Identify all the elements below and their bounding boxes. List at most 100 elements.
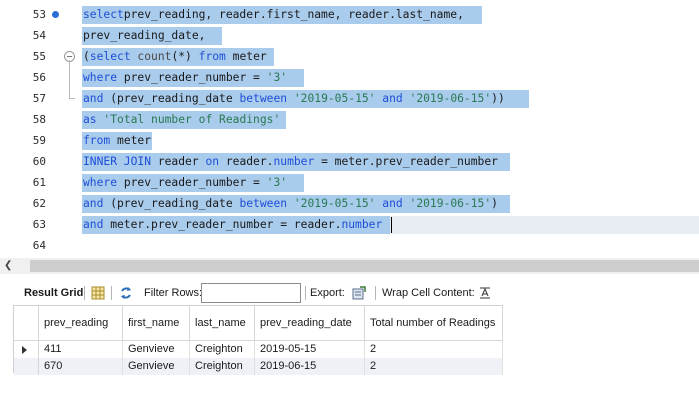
line-number: 63 — [32, 218, 46, 231]
column-header[interactable]: prev_reading — [39, 306, 123, 341]
refresh-icon[interactable] — [119, 286, 133, 300]
filter-rows-label: Filter Rows: — [144, 287, 203, 299]
code-text: and (prev_reading_date between '2019-05-… — [83, 88, 505, 109]
code-token: '3' — [266, 176, 288, 189]
grid-view-icon[interactable] — [91, 286, 105, 300]
toolbar-divider — [305, 286, 306, 300]
table-cell[interactable]: 2 — [365, 358, 503, 375]
code-line[interactable]: 62 and (prev_reading_date between '2019-0… — [0, 193, 699, 214]
line-number: 58 — [32, 113, 46, 126]
code-token: '2019-05-15' — [293, 92, 376, 105]
code-text: INNER JOIN reader on reader.number = met… — [83, 151, 498, 172]
code-line[interactable]: 59 from meter — [0, 130, 699, 151]
code-token: where — [83, 176, 118, 189]
code-line[interactable]: 53 selectprev_reading, reader.first_name,… — [0, 4, 699, 25]
code-token: and — [83, 197, 104, 210]
code-token: INNER JOIN — [83, 155, 152, 168]
code-token: prev_reading_date, — [83, 29, 206, 42]
table-cell[interactable]: 670 — [39, 358, 123, 375]
line-number: 53 — [32, 8, 46, 21]
toolbar-divider — [84, 286, 85, 300]
export-icon[interactable] — [352, 286, 366, 300]
result-toolbar: Result Grid Filter Rows: Export: Wrap Ce… — [0, 282, 699, 304]
row-indicator[interactable] — [14, 358, 39, 375]
code-token: and — [382, 92, 403, 105]
line-number: 57 — [32, 92, 46, 105]
column-header[interactable]: last_name — [190, 306, 255, 341]
code-token: (*) — [171, 50, 199, 63]
row-indicator[interactable] — [14, 341, 39, 358]
table-cell[interactable]: 2019-06-15 — [255, 358, 365, 375]
horizontal-scrollbar[interactable]: ❮ — [0, 258, 699, 274]
grid-corner — [14, 306, 39, 341]
code-text: as 'Total number of Readings' — [83, 109, 280, 130]
column-header[interactable]: prev_reading_date — [255, 306, 365, 341]
wrap-cell-content-label: Wrap Cell Content: — [382, 287, 475, 299]
statement-marker-icon[interactable] — [52, 11, 59, 18]
code-token: meter — [225, 50, 267, 63]
filter-rows-input[interactable] — [201, 283, 301, 303]
code-line[interactable]: 54 prev_reading_date, — [0, 25, 699, 46]
code-text: where prev_reader_number = '3' — [83, 67, 287, 88]
code-token: from — [198, 50, 226, 63]
code-token: where — [83, 71, 118, 84]
code-text: where prev_reader_number = '3' — [83, 172, 287, 193]
column-header[interactable]: Total number of Readings — [365, 306, 503, 341]
code-token: meter.prev_reader_number = reader. — [103, 218, 342, 231]
current-row-icon — [22, 346, 27, 354]
sql-editor[interactable]: 53 selectprev_reading, reader.first_name,… — [0, 0, 699, 257]
code-token: 'Total number of Readings' — [103, 113, 281, 126]
code-token: = meter.prev_reader_number — [314, 155, 498, 168]
code-token: )) — [491, 92, 505, 105]
code-token: from — [83, 134, 111, 147]
code-text: and (prev_reading_date between '2019-05-… — [83, 193, 498, 214]
line-number: 54 — [32, 29, 46, 42]
table-cell[interactable]: Genvieve — [123, 358, 190, 375]
code-line[interactable]: 56 where prev_reader_number = '3' — [0, 67, 699, 88]
table-cell[interactable]: Genvieve — [123, 341, 190, 358]
code-line[interactable]: 64 — [0, 235, 699, 256]
toolbar-divider — [111, 286, 112, 300]
code-line[interactable]: 61 where prev_reader_number = '3' — [0, 172, 699, 193]
code-token: '2019-06-15' — [409, 92, 492, 105]
fold-guide-end — [69, 98, 75, 99]
column-header[interactable]: first_name — [123, 306, 190, 341]
code-text: (select count(*) from meter — [83, 46, 267, 67]
code-line[interactable]: 63 and meter.prev_reader_number = reader.… — [0, 214, 699, 235]
table-cell[interactable]: 411 — [39, 341, 123, 358]
code-token: as — [83, 113, 97, 126]
result-grid[interactable]: prev_reading first_name last_name prev_read… — [13, 305, 503, 375]
code-line[interactable]: 57 and (prev_reading_date between '2019-0… — [0, 88, 699, 109]
result-grid-tab[interactable]: Result Grid — [24, 282, 83, 304]
code-line[interactable]: 55 (select count(*) from meter — [0, 46, 699, 67]
code-line[interactable]: 60 INNER JOIN reader on reader.number = m… — [0, 151, 699, 172]
code-token: (prev_reading_date — [103, 197, 240, 210]
code-token: between — [239, 92, 288, 105]
code-token: '3' — [266, 71, 288, 84]
text-caret — [391, 217, 392, 233]
code-text: selectprev_reading, reader.first_name, r… — [83, 4, 464, 25]
code-token: ( — [83, 50, 90, 63]
code-token: select — [89, 50, 131, 63]
code-token: '2019-06-15' — [409, 197, 492, 210]
line-number: 60 — [32, 155, 46, 168]
code-token: '2019-05-15' — [293, 197, 376, 210]
table-cell[interactable]: Creighton — [190, 358, 255, 375]
code-text: prev_reading_date, — [83, 25, 205, 46]
code-token: between — [239, 197, 288, 210]
line-number: 55 — [32, 50, 46, 63]
table-cell[interactable]: 2 — [365, 341, 503, 358]
line-number: 56 — [32, 71, 46, 84]
code-token: prev_reading, reader.first_name, reader.… — [123, 8, 464, 21]
code-line[interactable]: 58 as 'Total number of Readings' — [0, 109, 699, 130]
scrollbar-thumb[interactable] — [30, 260, 699, 272]
wrap-text-icon[interactable] — [478, 286, 492, 300]
scroll-left-icon[interactable]: ❮ — [4, 259, 12, 273]
code-token: count — [130, 50, 172, 63]
table-cell[interactable]: 2019-05-15 — [255, 341, 365, 358]
line-number: 61 — [32, 176, 46, 189]
table-cell[interactable]: Creighton — [190, 341, 255, 358]
